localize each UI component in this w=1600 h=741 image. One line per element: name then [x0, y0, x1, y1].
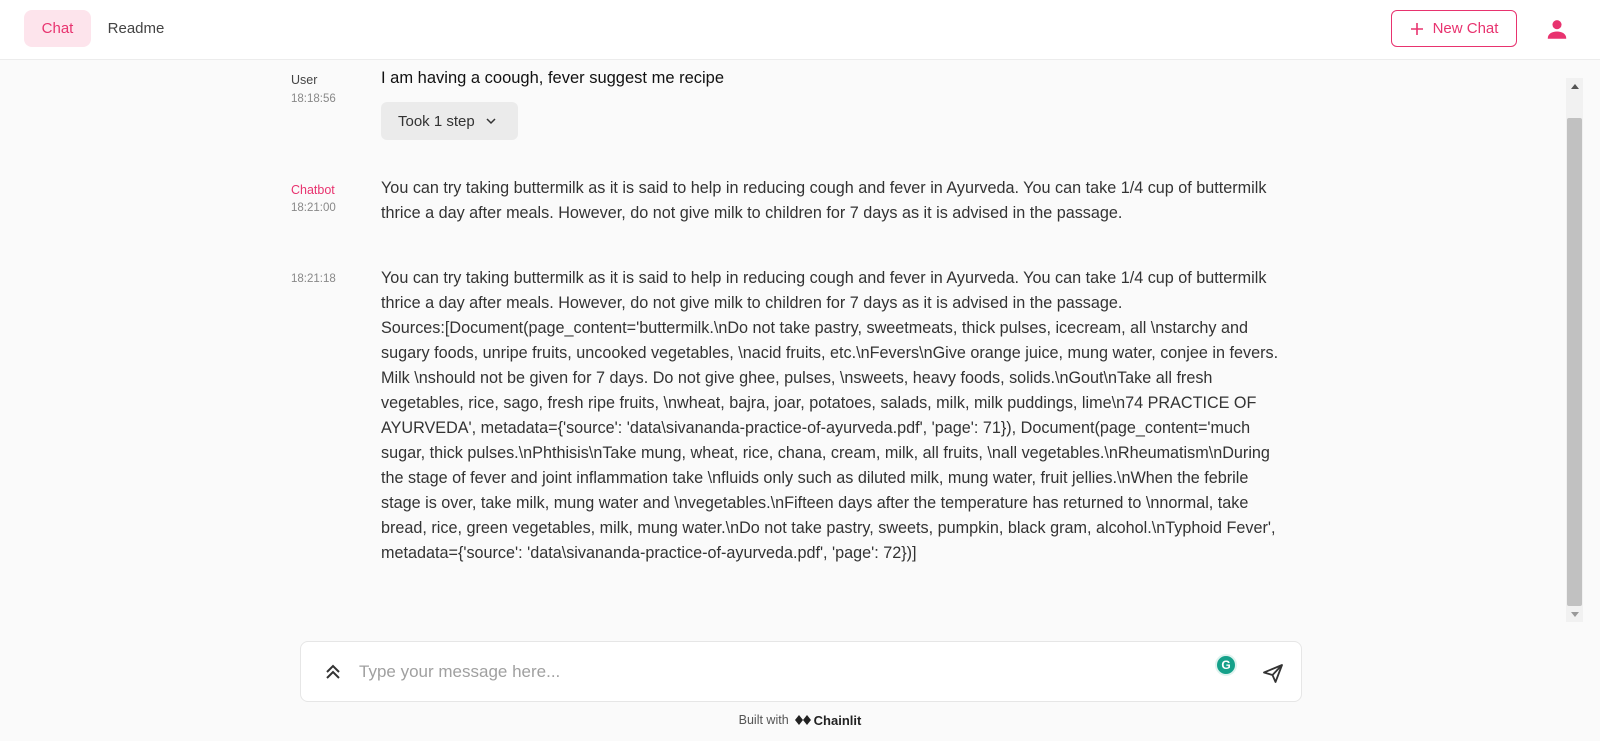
built-with-label: Built with [738, 713, 789, 727]
grammarly-icon[interactable]: G [1215, 654, 1237, 676]
user-avatar-icon[interactable] [1544, 16, 1570, 42]
message-content: You can try taking buttermilk as it is s… [381, 179, 1271, 222]
header: Chat Readme New Chat [0, 0, 1600, 60]
tab-readme[interactable]: Readme [96, 10, 176, 47]
footer: Built with Chainlit [0, 710, 1600, 730]
scroll-down-arrow-icon[interactable] [1566, 607, 1583, 622]
message-content: You can try taking buttermilk as it is s… [381, 269, 1279, 562]
double-chevron-up-icon[interactable] [321, 660, 345, 684]
chainlit-brand[interactable]: Chainlit [794, 712, 862, 728]
message-chatbot-sources: 18:21:18 You can try taking buttermilk a… [291, 269, 1291, 610]
scroll-up-arrow-icon[interactable] [1566, 78, 1583, 93]
steps-toggle-label: Took 1 step [398, 112, 475, 130]
message-time: 18:21:00 [291, 202, 336, 214]
message-chatbot: Chatbot 18:21:00 You can try taking butt… [291, 179, 1291, 240]
message-content: I am having a coough, fever suggest me r… [381, 69, 725, 87]
send-icon[interactable] [1261, 661, 1285, 685]
steps-toggle-button[interactable]: Took 1 step [381, 102, 518, 140]
plus-icon [1410, 22, 1423, 35]
tab-chat[interactable]: Chat [24, 10, 91, 47]
message-time: 18:21:18 [291, 273, 336, 285]
message-author: User [291, 73, 318, 87]
message-list: User 18:18:56 I am having a coough, feve… [0, 60, 1565, 620]
chevron-down-icon [486, 118, 496, 125]
message-composer: G [300, 641, 1302, 702]
chainlit-logo-icon [794, 715, 811, 725]
message-user: User 18:18:56 I am having a coough, feve… [291, 60, 1291, 145]
new-chat-button[interactable]: New Chat [1391, 10, 1517, 47]
scrollbar[interactable] [1566, 78, 1583, 622]
message-time: 18:18:56 [291, 93, 336, 105]
chainlit-brand-label: Chainlit [813, 712, 862, 728]
scrollbar-thumb[interactable] [1567, 118, 1582, 606]
message-input[interactable] [359, 658, 1179, 686]
message-author: Chatbot [291, 183, 335, 197]
new-chat-label: New Chat [1432, 20, 1499, 37]
